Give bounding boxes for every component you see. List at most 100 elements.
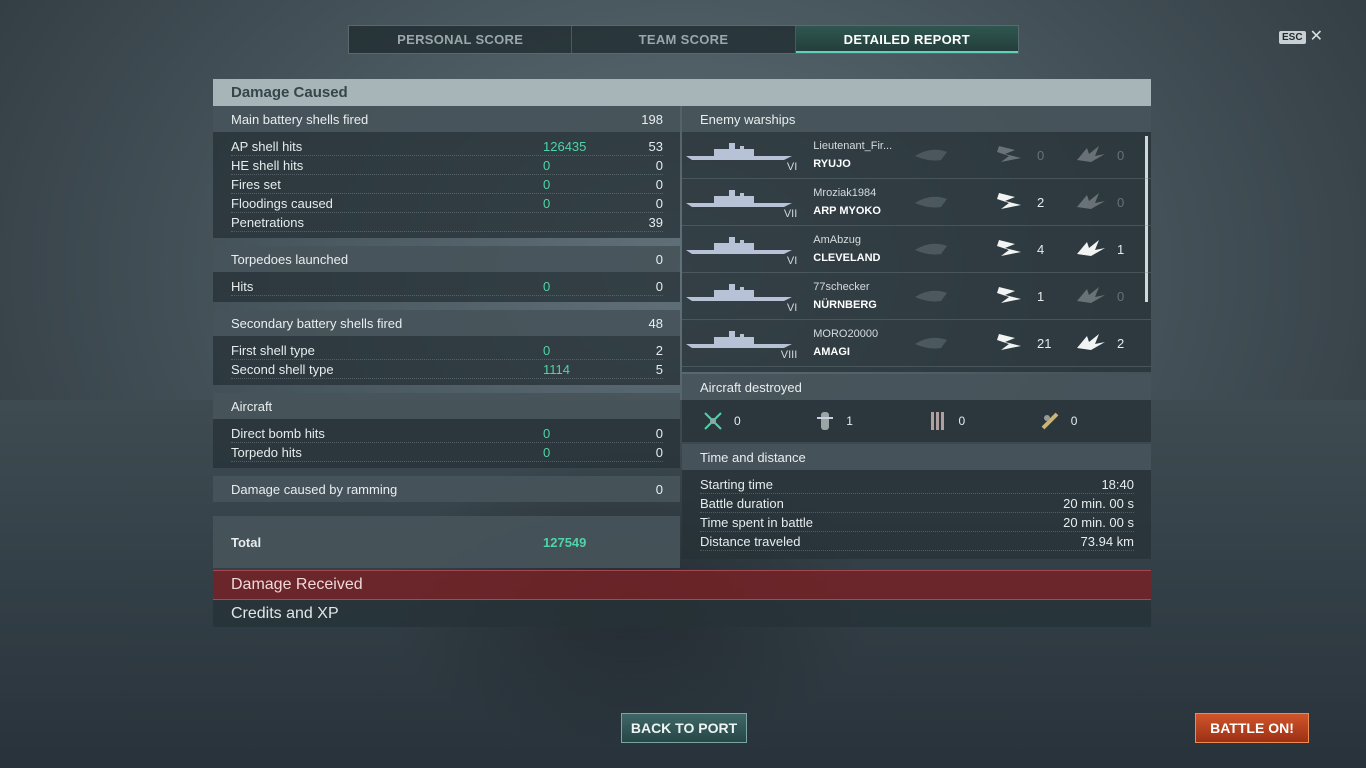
shell-hit-icon <box>991 142 1031 169</box>
enemy-ship-row[interactable]: VI Lieutenant_Fir... RYUJO 0 0 <box>682 132 1151 179</box>
hits-stat: 4 <box>991 236 1071 263</box>
ship-damaged-stat <box>911 142 991 169</box>
hits-count: 4 <box>1037 241 1045 257</box>
report-right-column: Enemy warships VI Lieutenant_Fir... RYUJO 0… <box>682 106 1151 568</box>
ship-names: AmAbzug CLEVELAND <box>799 234 911 264</box>
fire-icon <box>1071 330 1111 357</box>
stat-label: AP shell hits <box>231 138 303 154</box>
aircraft-count: 1 <box>846 414 853 428</box>
time-distance-body: Starting time 18:40 Battle duration 20 min… <box>682 470 1151 559</box>
time-label: Distance traveled <box>700 533 801 549</box>
enemy-ship-row[interactable]: TIGERMARK3 <box>682 367 1151 372</box>
tab-detailed-report[interactable]: DETAILED REPORT <box>795 26 1018 53</box>
time-value: 18:40 <box>1101 476 1134 492</box>
ship-hit-stats: 41 <box>911 236 1151 263</box>
close-icon[interactable]: ✕ <box>1310 29 1323 45</box>
ship-tier: VIII <box>780 349 798 361</box>
ship-name: RYUJO <box>813 158 851 170</box>
ship-hit-stats: 20 <box>911 189 1151 216</box>
hits-stat: 0 <box>991 142 1071 169</box>
ship-damaged-icon <box>911 142 951 169</box>
shell-hit-icon <box>991 330 1031 357</box>
fire-stat: 0 <box>1071 142 1151 169</box>
back-to-port-button[interactable]: BACK TO PORT <box>621 713 747 743</box>
ship-damaged-stat <box>911 283 991 310</box>
fire-count: 2 <box>1117 335 1125 351</box>
ship-names: MORO20000 AMAGI <box>799 328 911 358</box>
stat-value: 5 <box>655 361 663 377</box>
time-value: 20 min. 00 s <box>1063 495 1134 511</box>
report-tabs: PERSONAL SCORE TEAM SCORE DETAILED REPOR… <box>348 25 1019 54</box>
credits-xp-header[interactable]: Credits and XP <box>213 599 1151 627</box>
damage-caused-header[interactable]: Damage Caused <box>213 79 1151 106</box>
player-name: Mroziak1984 <box>813 187 877 199</box>
enemy-ship-row[interactable]: VI 77schecker NÜRNBERG 1 0 <box>682 273 1151 320</box>
battle-on-button[interactable]: BATTLE ON! <box>1195 713 1309 743</box>
ship-silhouette: VII <box>682 179 799 225</box>
section-label: Main battery shells fired <box>231 111 369 127</box>
stat-label: Second shell type <box>231 361 334 377</box>
ship-name: NÜRNBERG <box>813 299 877 311</box>
main-battery-header: Main battery shells fired 198 <box>213 106 680 132</box>
section-label: Aircraft <box>231 398 273 414</box>
aircraft-header: Aircraft <box>213 393 680 419</box>
hits-stat: 2 <box>991 189 1071 216</box>
aircraft-stat: 0 <box>1039 410 1151 432</box>
total-row: Total 127549 <box>213 516 680 568</box>
time-value: 73.94 km <box>1080 533 1134 549</box>
enemy-ship-row[interactable]: VII Mroziak1984 ARP MYOKO 2 0 <box>682 179 1151 226</box>
player-name: Lieutenant_Fir... <box>813 140 893 152</box>
enemy-ship-row[interactable]: VIII MORO20000 AMAGI 21 2 <box>682 320 1151 367</box>
shell-hit-icon <box>991 236 1031 263</box>
fire-count: 0 <box>1117 288 1125 304</box>
enemy-warships-header: Enemy warships <box>682 106 1151 132</box>
ship-damaged-icon <box>911 236 951 263</box>
section-label: Time and distance <box>700 449 806 465</box>
tab-team-score[interactable]: TEAM SCORE <box>572 26 796 53</box>
stat-label: Fires set <box>231 176 281 192</box>
stat-damage: 1114 <box>543 361 570 377</box>
stat-damage: 0 <box>543 444 551 460</box>
section-label: Secondary battery shells fired <box>231 315 403 331</box>
stat-damage: 0 <box>543 176 551 192</box>
main-battery-body: AP shell hits 126435 53 HE shell hits 0 0 Fi… <box>213 132 680 238</box>
stat-value: 0 <box>655 278 663 294</box>
aircraft-count: 0 <box>1070 414 1078 428</box>
ship-damaged-stat <box>911 330 991 357</box>
stat-value: 0 <box>655 176 663 192</box>
damage-stats-column: Main battery shells fired 198 AP shell h… <box>213 106 680 568</box>
secondary-body: First shell type 0 2 Second shell type 1114… <box>213 336 680 385</box>
fire-count: 0 <box>1117 194 1125 210</box>
stat-damage: 0 <box>543 157 551 173</box>
hits-count: 1 <box>1037 288 1045 304</box>
stat-row: Direct bomb hits 0 0 <box>231 424 663 443</box>
enemy-ship-row[interactable]: VI AmAbzug CLEVELAND 4 1 <box>682 226 1151 273</box>
esc-close-button[interactable]: ESC ✕ <box>1279 29 1323 45</box>
torpedoes-header: Torpedoes launched 0 <box>213 246 680 272</box>
section-value: 0 <box>655 481 663 497</box>
section-label: Enemy warships <box>700 111 796 127</box>
tab-personal-score[interactable]: PERSONAL SCORE <box>349 26 573 53</box>
section-label: Aircraft destroyed <box>700 379 802 395</box>
player-name: AmAbzug <box>813 234 861 246</box>
time-label: Time spent in battle <box>700 514 813 530</box>
stat-damage: 126435 <box>543 138 587 154</box>
stat-value: 0 <box>655 195 663 211</box>
damage-received-header[interactable]: Damage Received <box>213 570 1151 599</box>
ship-tier: VI <box>786 161 798 173</box>
ship-damaged-icon <box>911 283 951 310</box>
ship-hit-stats: 00 <box>911 142 1151 169</box>
hits-count: 0 <box>1037 147 1045 163</box>
stat-row: First shell type 0 2 <box>231 341 663 360</box>
stat-row: AP shell hits 126435 53 <box>231 137 663 156</box>
fire-stat: 0 <box>1071 189 1151 216</box>
section-value: 0 <box>655 251 663 267</box>
enemy-warships-list[interactable]: VI Lieutenant_Fir... RYUJO 0 0 VII Mroziak1984… <box>682 132 1151 372</box>
stat-damage: 0 <box>543 195 551 211</box>
torpedoes-body: Hits 0 0 <box>213 272 680 302</box>
scout-plane-icon <box>1041 412 1059 430</box>
secondary-header: Secondary battery shells fired 48 <box>213 310 680 336</box>
fire-stat: 1 <box>1071 236 1151 263</box>
stat-label: Penetrations <box>231 214 304 230</box>
hits-count: 2 <box>1037 194 1045 210</box>
